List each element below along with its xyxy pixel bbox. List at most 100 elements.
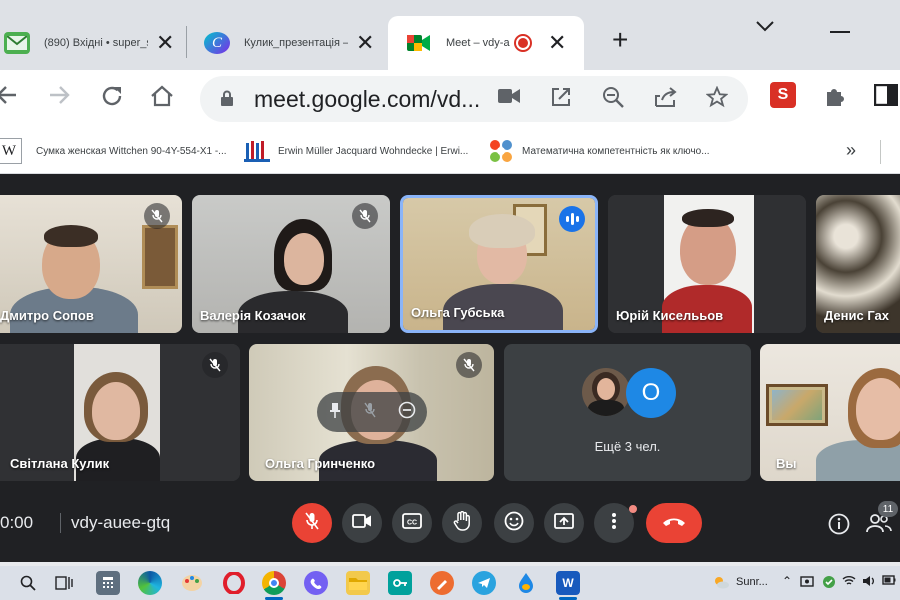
- more-participants-tile[interactable]: O Ещё 3 чел.: [504, 344, 751, 481]
- tab-meet[interactable]: Meet – vdy-au ✕: [388, 16, 584, 70]
- volume-icon[interactable]: [862, 575, 876, 589]
- viber-icon[interactable]: [304, 571, 328, 595]
- paint-drop-icon[interactable]: [514, 571, 538, 595]
- participant-tile[interactable]: Денис Гах: [816, 195, 900, 333]
- participant-name: Ольга Гринченко: [265, 456, 376, 471]
- bookmark-item[interactable]: Erwin Müller Jacquard Wohndecke | Erwi..…: [244, 136, 468, 166]
- tab-title: Meet – vdy-au: [446, 37, 510, 49]
- bookmark-item[interactable]: Математична компетентність як ключо...: [488, 136, 710, 166]
- home-button[interactable]: [150, 84, 174, 112]
- participant-name: Ольга Губська: [411, 305, 505, 320]
- remove-icon[interactable]: [398, 401, 416, 424]
- reactions-button[interactable]: [494, 503, 534, 543]
- present-screen-button[interactable]: [544, 503, 584, 543]
- participant-name: Денис Гах: [824, 308, 889, 323]
- extensions-puzzle-icon[interactable]: [824, 84, 848, 112]
- avatar: [582, 368, 630, 416]
- participant-tile-speaking[interactable]: Ольга Губська: [400, 195, 598, 333]
- remote-desktop-icon[interactable]: [388, 571, 412, 595]
- minimize-icon[interactable]: [830, 14, 850, 40]
- camera-icon[interactable]: [498, 86, 520, 108]
- battery-icon[interactable]: [882, 575, 896, 587]
- mic-off-icon[interactable]: [364, 402, 376, 423]
- bookmark-label: Erwin Müller Jacquard Wohndecke | Erwi..…: [278, 145, 469, 157]
- meeting-info-icon[interactable]: [828, 513, 850, 540]
- meeting-controls-bar: 0:00 vdy-auee-gtq CC 11: [0, 495, 900, 561]
- avatar: O: [626, 368, 676, 418]
- mic-toggle-button[interactable]: [292, 503, 332, 543]
- video-camera-icon: [352, 513, 372, 533]
- raise-hand-button[interactable]: [442, 503, 482, 543]
- participant-name: Юрій Киселььов: [616, 308, 724, 323]
- joomla-icon: [488, 138, 514, 164]
- file-explorer-icon[interactable]: [346, 571, 370, 595]
- extension-s-icon[interactable]: S: [770, 82, 796, 108]
- closed-captions-icon: CC: [402, 512, 422, 534]
- paint-3d-icon[interactable]: [430, 571, 454, 595]
- tab-title: Кулик_презентація —: [244, 37, 348, 49]
- hang-up-icon: [661, 514, 687, 532]
- tab-separator: [186, 26, 187, 58]
- speaking-indicator-icon: [559, 206, 585, 232]
- lock-icon: [221, 90, 233, 106]
- camera-toggle-button[interactable]: [342, 503, 382, 543]
- bookmark-star-icon[interactable]: [705, 85, 729, 112]
- more-vertical-icon: [611, 512, 617, 535]
- participant-tile[interactable]: Світлана Кулик: [0, 344, 240, 481]
- tab-gmail[interactable]: (890) Вхідні • super_su ✕: [0, 16, 180, 70]
- participant-tile-self[interactable]: Вы: [760, 344, 900, 481]
- network-share-icon[interactable]: [800, 575, 814, 591]
- security-icon[interactable]: [822, 575, 836, 591]
- wifi-icon[interactable]: [842, 575, 856, 589]
- word-icon[interactable]: W: [556, 571, 580, 595]
- back-button[interactable]: [0, 84, 18, 110]
- address-bar[interactable]: meet.google.com/vd...: [200, 76, 748, 122]
- chevron-double-right-icon[interactable]: »: [846, 140, 856, 161]
- chrome-icon[interactable]: [262, 571, 286, 595]
- captions-button[interactable]: CC: [392, 503, 432, 543]
- task-view-icon[interactable]: [52, 571, 76, 595]
- browser-toolbar: meet.google.com/vd... S: [0, 70, 900, 128]
- side-panel-icon[interactable]: [873, 83, 899, 110]
- meeting-code: vdy-auee-gtq: [60, 513, 170, 533]
- present-icon: [554, 512, 574, 534]
- participant-name: Вы: [776, 456, 797, 471]
- leave-call-button[interactable]: [646, 503, 702, 543]
- tab-search-chevron-icon[interactable]: [756, 12, 774, 38]
- mic-off-icon: [305, 512, 319, 535]
- mic-off-icon: [202, 352, 228, 378]
- close-icon[interactable]: ✕: [156, 32, 174, 54]
- forward-button[interactable]: [48, 84, 70, 110]
- participant-tile[interactable]: Ольга Гринченко: [249, 344, 494, 481]
- new-tab-button[interactable]: +: [612, 26, 628, 54]
- share-icon[interactable]: [654, 86, 678, 112]
- participant-tile[interactable]: Юрій Киселььов: [608, 195, 806, 333]
- canva-icon: C: [204, 32, 230, 54]
- more-options-button[interactable]: [594, 503, 634, 543]
- participant-name: Світлана Кулик: [10, 456, 110, 471]
- participant-tile[interactable]: Валерія Козачок: [192, 195, 390, 333]
- notification-dot: [629, 505, 637, 513]
- weather-widget[interactable]: Sunr...: [712, 575, 768, 589]
- bookmark-label: Математична компетентність як ключо...: [522, 145, 710, 157]
- calculator-icon[interactable]: [96, 571, 120, 595]
- tab-canva[interactable]: C Кулик_презентація — ✕: [204, 16, 384, 70]
- zoom-icon[interactable]: [602, 86, 624, 112]
- close-icon[interactable]: ✕: [548, 32, 566, 54]
- windows-taskbar: W Sunr... ⌃: [0, 566, 900, 600]
- paint-icon[interactable]: [180, 571, 204, 595]
- mic-off-icon: [456, 352, 482, 378]
- participant-tile[interactable]: Дмитро Сопов: [0, 195, 182, 333]
- telegram-icon[interactable]: [472, 571, 496, 595]
- close-icon[interactable]: ✕: [356, 32, 374, 54]
- pin-icon[interactable]: [328, 402, 342, 423]
- edge-icon[interactable]: [138, 571, 162, 595]
- open-external-icon[interactable]: [550, 86, 572, 112]
- search-icon[interactable]: [16, 571, 40, 595]
- participant-count-badge: 11: [878, 501, 898, 517]
- chevron-up-icon[interactable]: ⌃: [782, 575, 792, 587]
- bookmark-item[interactable]: W Сумка женская Wittchen 90-4Y-554-X1 -.…: [0, 136, 227, 166]
- sun-cloud-icon: [715, 577, 729, 589]
- reload-button[interactable]: [100, 84, 124, 112]
- opera-icon[interactable]: [222, 571, 246, 595]
